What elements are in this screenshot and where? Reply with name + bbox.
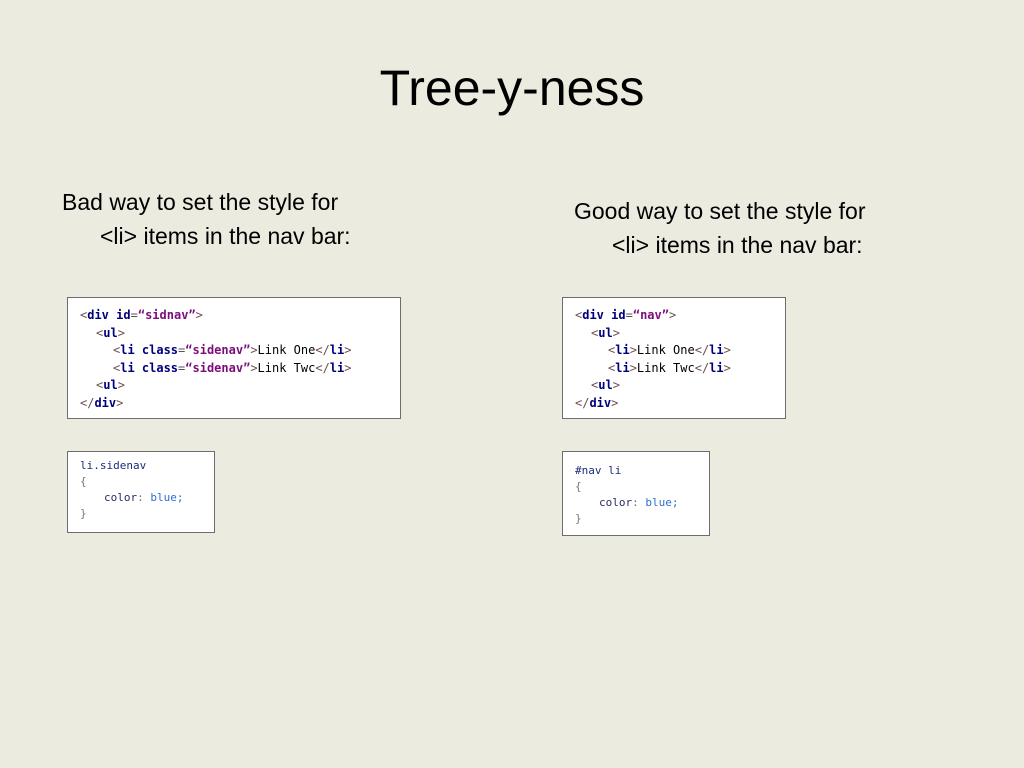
- code-line-div-close: </div>: [575, 395, 785, 413]
- bad-way-text: Bad way to set the style for <li> items …: [62, 185, 442, 253]
- code-token: ul: [103, 378, 118, 392]
- code-token: =: [625, 308, 633, 322]
- code-token: li: [615, 343, 630, 357]
- bad-way-text-line1: Bad way to set the style for: [62, 189, 339, 215]
- css-declaration: color: blue;: [575, 495, 709, 511]
- code-token: =: [130, 308, 138, 322]
- code-line-ul-open: <ul>: [575, 325, 785, 343]
- code-line-div-close: </div>: [80, 395, 400, 413]
- code-token: >: [612, 378, 620, 392]
- css-property: color: [599, 496, 633, 509]
- code-token: >: [344, 360, 352, 375]
- code-token: “sidenav”: [185, 360, 251, 375]
- code-token: >: [629, 360, 637, 375]
- code-token: ul: [598, 378, 613, 392]
- code-token: </: [80, 395, 95, 410]
- css-colon: :: [632, 496, 646, 509]
- code-token: Link Twc: [636, 360, 695, 375]
- code-token: </: [315, 343, 330, 357]
- code-token: </: [694, 360, 710, 375]
- css-value: blue;: [150, 491, 184, 504]
- code-line-li-1: <li class=“sidenav”>Link One</li>: [80, 342, 400, 360]
- code-token: class: [134, 360, 179, 375]
- good-html-code-box: <div id=“nav”> <ul> <li>Link One</li> <li>L…: [562, 297, 786, 419]
- code-line-ul-open: <ul>: [80, 325, 400, 343]
- good-way-text-line1: Good way to set the style for: [574, 198, 866, 224]
- code-line-ul-close: <ul>: [80, 377, 400, 395]
- code-token: >: [117, 378, 125, 392]
- bad-html-code-box: <div id=“sidnav”> <ul> <li class=“sidenav”…: [67, 297, 401, 419]
- code-token: class: [134, 343, 179, 357]
- code-token: li: [329, 343, 345, 357]
- code-token: div: [87, 308, 109, 322]
- code-token: >: [723, 360, 731, 375]
- code-token: >: [116, 395, 124, 410]
- code-line-div-open: <div id=“nav”>: [575, 307, 785, 325]
- css-close-brace: }: [80, 507, 87, 520]
- code-token: >: [117, 325, 125, 340]
- code-token: “nav”: [632, 308, 669, 322]
- code-line-li-2: <li>Link Twc</li>: [575, 360, 785, 378]
- code-line-li-1: <li>Link One</li>: [575, 342, 785, 360]
- css-selector: #nav li: [575, 464, 622, 477]
- slide-title: Tree-y-ness: [379, 60, 645, 116]
- bad-css-code-box: li.sidenav { color: blue;}: [67, 451, 215, 533]
- good-way-text-line2: <li> items in the nav bar:: [612, 232, 863, 258]
- code-token: Link One: [257, 343, 316, 357]
- good-css-code-box: #nav li { color: blue;}: [562, 451, 710, 536]
- code-token: >: [250, 360, 258, 375]
- code-line-li-2: <li class=“sidenav”>Link Twc</li>: [80, 360, 400, 378]
- code-token: li: [615, 360, 630, 375]
- code-token: >: [344, 343, 352, 357]
- code-token: li: [120, 343, 135, 357]
- code-token: Link Twc: [257, 360, 316, 375]
- code-token: </: [315, 360, 330, 375]
- code-token: ul: [598, 325, 613, 340]
- bad-way-text-line2: <li> items in the nav bar:: [100, 223, 351, 249]
- css-value: blue;: [645, 496, 679, 509]
- code-token: li: [329, 360, 345, 375]
- code-token: div: [589, 395, 612, 410]
- css-selector: li.sidenav: [80, 459, 147, 472]
- css-open-brace: {: [80, 475, 87, 488]
- code-token: li: [120, 360, 135, 375]
- code-token: div: [582, 308, 604, 322]
- code-token: div: [94, 395, 117, 410]
- code-line-div-open: <div id=“sidnav”>: [80, 307, 400, 325]
- code-token: “sidnav”: [137, 308, 196, 322]
- code-token: >: [250, 343, 258, 357]
- code-line-ul-close: <ul>: [575, 377, 785, 395]
- code-token: </: [694, 343, 710, 357]
- code-token: id: [108, 308, 131, 322]
- css-declaration: color: blue;: [80, 490, 214, 506]
- good-way-text: Good way to set the style for <li> items…: [574, 194, 994, 262]
- code-token: >: [612, 325, 620, 340]
- code-token: >: [611, 395, 619, 410]
- code-token: “sidenav”: [185, 343, 251, 357]
- code-token: >: [668, 308, 677, 322]
- code-token: >: [195, 308, 203, 322]
- css-property: color: [104, 491, 138, 504]
- code-token: >: [629, 343, 637, 357]
- css-close-brace: }: [575, 512, 582, 525]
- code-token: id: [603, 308, 626, 322]
- code-token: ul: [103, 325, 118, 340]
- css-open-brace: {: [575, 480, 582, 493]
- code-token: </: [575, 395, 590, 410]
- css-colon: :: [137, 491, 151, 504]
- code-token: li: [709, 343, 724, 357]
- code-token: >: [723, 343, 731, 357]
- code-token: Link One: [636, 343, 695, 357]
- code-token: li: [709, 360, 724, 375]
